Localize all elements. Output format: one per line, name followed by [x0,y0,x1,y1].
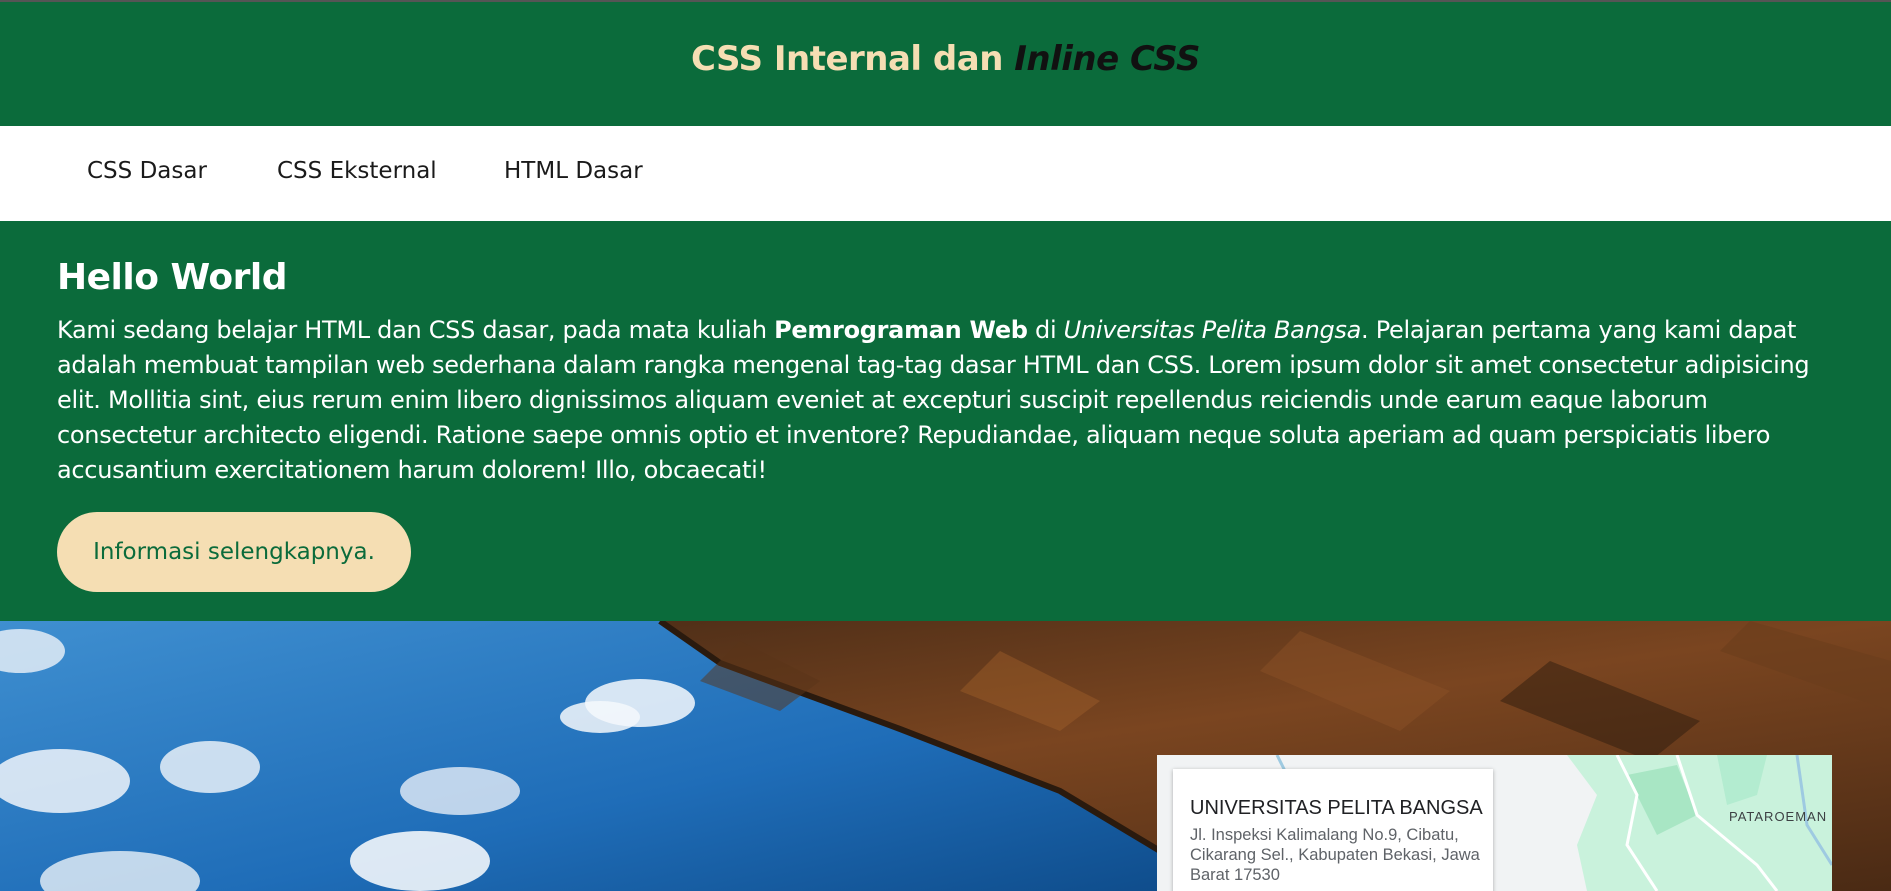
course-name: Pemrograman Web [774,316,1028,344]
page-title: CSS Internal dan Inline CSS [690,39,1201,79]
nav-link-css-dasar[interactable]: CSS Dasar [87,158,207,184]
hero-heading: Hello World [57,257,288,298]
more-info-button[interactable]: Informasi selengkapnya. [57,512,411,592]
google-map-embed[interactable]: UNIVERSITAS PELITA BANGSA Jl. Inspeksi K… [1157,755,1832,891]
hero-section: Hello World Kami sedang belajar HTML dan… [0,221,1891,621]
map-area-label: PATAROEMAN [1729,809,1828,824]
map-place-card[interactable]: UNIVERSITAS PELITA BANGSA Jl. Inspeksi K… [1173,769,1493,891]
map-place-name: UNIVERSITAS PELITA BANGSA [1190,797,1483,819]
page-header: CSS Internal dan Inline CSS [0,2,1891,126]
hero-paragraph: Kami sedang belajar HTML dan CSS dasar, … [57,313,1847,488]
page-title-regular: CSS Internal dan [690,39,1015,79]
hero-paragraph-part2: di [1027,316,1064,344]
main-navigation: CSS Dasar CSS Eksternal HTML Dasar [0,126,1891,221]
page-title-emphasis: Inline CSS [1014,39,1201,79]
hero-paragraph-part1: Kami sedang belajar HTML dan CSS dasar, … [57,316,775,344]
nav-link-html-dasar[interactable]: HTML Dasar [504,158,643,184]
nav-link-css-eksternal[interactable]: CSS Eksternal [277,158,437,184]
map-place-address: Jl. Inspeksi Kalimalang No.9, Cibatu, Ci… [1190,826,1480,884]
university-name: Universitas Pelita Bangsa [1063,316,1362,344]
